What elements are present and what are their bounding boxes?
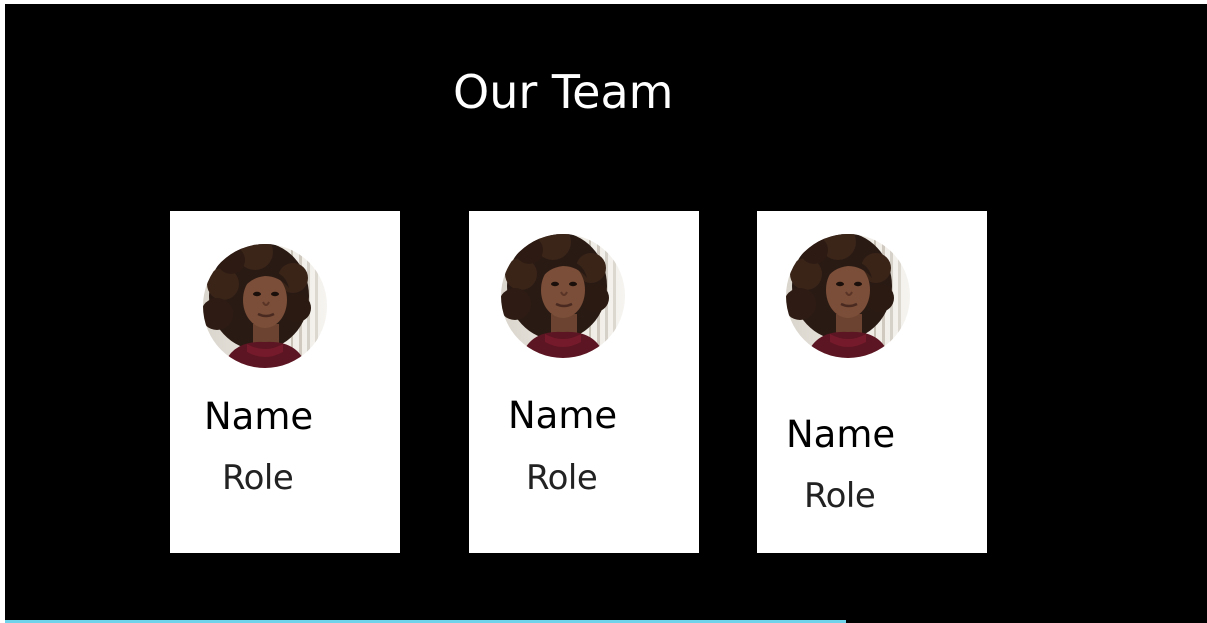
team-member-card: Name Role (757, 211, 987, 553)
member-name: Name (204, 395, 314, 438)
team-member-photo-icon (786, 234, 910, 358)
team-member-photo-icon (501, 234, 625, 358)
member-name: Name (786, 413, 896, 456)
member-role: Role (804, 476, 876, 516)
team-member-card: Name Role (170, 211, 400, 553)
team-member-card: Name Role (469, 211, 699, 553)
section-title: Our Team (453, 65, 674, 119)
team-section: Our Team Name Role Name Role Name Role (5, 4, 1207, 623)
member-name: Name (508, 394, 618, 437)
member-role: Role (526, 458, 598, 498)
team-member-photo-icon (203, 244, 327, 368)
member-role: Role (222, 458, 294, 498)
